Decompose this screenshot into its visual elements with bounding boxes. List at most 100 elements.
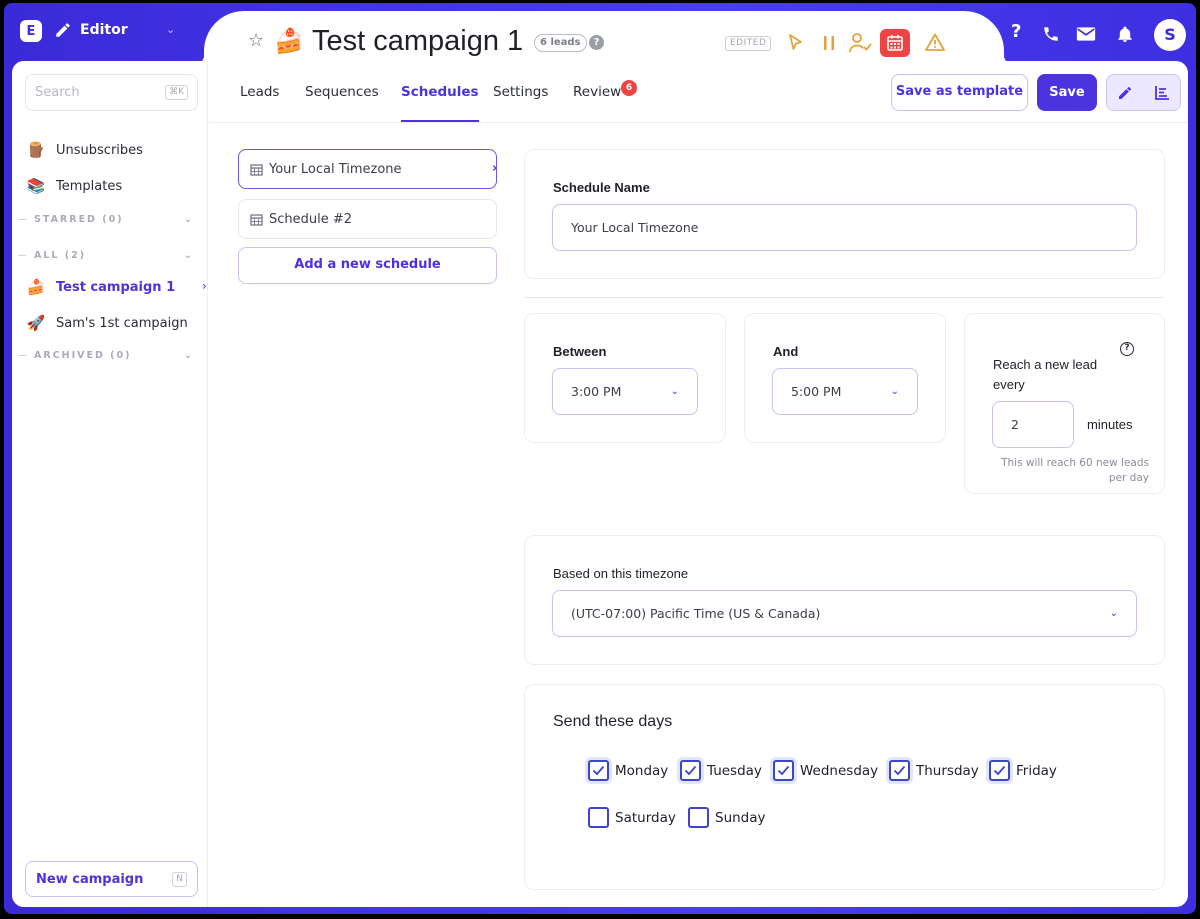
section-label: STARRED (0)	[34, 214, 124, 225]
chevron-right-icon: ›	[492, 161, 498, 176]
day-checkbox-friday[interactable]: Friday	[989, 760, 1057, 781]
section-divider	[18, 219, 26, 220]
chart-icon	[1154, 85, 1169, 100]
chevron-down-icon[interactable]: ⌄	[184, 350, 194, 361]
checkbox[interactable]	[773, 760, 794, 781]
campaign-title[interactable]: Test campaign 1	[312, 25, 523, 58]
checkbox[interactable]	[889, 760, 910, 781]
pause-icon[interactable]	[822, 35, 836, 51]
analytics-view-toggle[interactable]	[1143, 75, 1180, 110]
sidebar-item-templates[interactable]: 📚 Templates	[26, 177, 122, 195]
sidebar-item-label: Test campaign 1	[56, 279, 176, 295]
chevron-down-icon: ⌄	[670, 386, 679, 397]
schedule-item-selected[interactable]: Your Local Timezone	[238, 149, 497, 189]
tab-sequences[interactable]: Sequences	[305, 84, 379, 120]
reach-minutes-value: 2	[1011, 417, 1019, 432]
calendar-icon[interactable]	[880, 29, 910, 57]
warning-icon[interactable]	[925, 33, 945, 51]
mode-label[interactable]: Editor	[80, 22, 128, 38]
sidebar-item-label: Unsubscribes	[56, 142, 143, 158]
reach-label-line2: every	[993, 377, 1025, 392]
day-checkbox-monday[interactable]: Monday	[588, 760, 668, 781]
day-label: Friday	[1016, 762, 1057, 779]
tab-review[interactable]: Review	[573, 84, 621, 120]
chevron-down-icon: ⌄	[1109, 608, 1118, 619]
star-icon[interactable]: ☆	[248, 30, 264, 51]
sidebar-item-unsubscribes[interactable]: 🪵 Unsubscribes	[26, 141, 143, 159]
checkbox[interactable]	[680, 760, 701, 781]
day-checkbox-wednesday[interactable]: Wednesday	[773, 760, 878, 781]
day-checkbox-tuesday[interactable]: Tuesday	[680, 760, 762, 781]
chevron-down-icon[interactable]: ⌄	[184, 214, 194, 225]
schedule-name-card: Schedule Name Your Local Timezone	[524, 149, 1165, 279]
day-checkbox-sunday[interactable]: Sunday	[688, 807, 766, 828]
day-checkbox-thursday[interactable]: Thursday	[889, 760, 979, 781]
new-campaign-button[interactable]: New campaign N	[25, 861, 198, 897]
checkbox[interactable]	[688, 807, 709, 828]
mail-icon[interactable]	[1076, 25, 1096, 43]
cursor-icon[interactable]	[788, 34, 804, 52]
rocket-icon: 🚀	[26, 314, 46, 332]
tab-settings[interactable]: Settings	[493, 84, 548, 120]
section-archived[interactable]: ARCHIVED (0) ⌄	[18, 350, 194, 361]
sidebar-campaign-sams-1st[interactable]: 🚀 Sam's 1st campaign	[26, 314, 188, 332]
timezone-select[interactable]: (UTC-07:00) Pacific Time (US & Canada) ⌄	[552, 590, 1137, 637]
day-label: Saturday	[615, 809, 676, 826]
chevron-down-icon[interactable]: ⌄	[184, 250, 194, 261]
timezone-label: Based on this timezone	[553, 566, 689, 581]
day-label: Tuesday	[707, 762, 762, 779]
checkbox[interactable]	[989, 760, 1010, 781]
tab-schedules[interactable]: Schedules	[401, 84, 479, 122]
between-time-select[interactable]: 3:00 PM ⌄	[552, 368, 698, 415]
app-frame: E Editor ⌄ ☆ 🍰 Test campaign 1 6 leads ?…	[0, 0, 1200, 919]
user-check-icon[interactable]	[849, 32, 873, 54]
and-time-value: 5:00 PM	[791, 384, 842, 399]
add-schedule-button[interactable]: Add a new schedule	[238, 247, 497, 284]
help-icon[interactable]: ?	[1120, 342, 1134, 356]
day-label: Thursday	[916, 762, 979, 779]
section-all[interactable]: ALL (2) ⌄	[18, 250, 194, 261]
avatar[interactable]: S	[1154, 19, 1186, 51]
calendar-icon	[250, 163, 263, 176]
chevron-down-icon: ⌄	[890, 386, 899, 397]
reach-minutes-input[interactable]: 2	[992, 401, 1074, 448]
section-divider	[18, 355, 26, 356]
sidebar: Search ⌘K 🪵 Unsubscribes 📚 Templates STA…	[12, 61, 208, 907]
save-button[interactable]: Save	[1037, 74, 1097, 111]
reach-label-line1: Reach a new lead	[993, 357, 1098, 372]
phone-icon[interactable]	[1042, 25, 1060, 43]
calendar-icon	[250, 213, 263, 226]
timezone-card: Based on this timezone (UTC-07:00) Pacif…	[524, 535, 1165, 665]
app-background: E Editor ⌄ ☆ 🍰 Test campaign 1 6 leads ?…	[4, 3, 1196, 914]
chevron-right-icon: ›	[202, 279, 207, 293]
search-input[interactable]: Search ⌘K	[25, 74, 198, 111]
schedule-name-value: Your Local Timezone	[571, 220, 699, 235]
between-time-value: 3:00 PM	[571, 384, 622, 399]
help-icon[interactable]: ?	[1011, 21, 1021, 42]
bell-icon[interactable]	[1116, 25, 1134, 44]
schedule-name-input[interactable]: Your Local Timezone	[552, 204, 1137, 251]
and-time-select[interactable]: 5:00 PM ⌄	[772, 368, 918, 415]
new-campaign-label: New campaign	[36, 871, 144, 887]
checkbox[interactable]	[588, 760, 609, 781]
save-as-template-button[interactable]: Save as template	[891, 74, 1028, 111]
day-label: Sunday	[715, 809, 766, 826]
send-days-card: Send these days Monday Tuesday Wednesday…	[524, 684, 1165, 890]
edit-view-toggle[interactable]	[1107, 75, 1144, 110]
schedule-item[interactable]: Schedule #2	[238, 199, 497, 239]
templates-icon: 📚	[26, 177, 46, 195]
checkbox[interactable]	[588, 807, 609, 828]
day-label: Wednesday	[800, 762, 879, 779]
sidebar-campaign-test-campaign-1[interactable]: 🍰 Test campaign 1	[26, 278, 175, 296]
section-label: ALL (2)	[34, 250, 87, 261]
app-logo[interactable]: E	[20, 20, 42, 42]
leads-count-badge: 6 leads	[534, 34, 587, 52]
day-checkbox-saturday[interactable]: Saturday	[588, 807, 676, 828]
tab-leads[interactable]: Leads	[240, 84, 279, 120]
and-label: And	[773, 344, 799, 359]
new-campaign-shortcut: N	[172, 871, 187, 887]
schedule-name-label: Schedule Name	[553, 180, 650, 195]
help-icon[interactable]: ?	[589, 35, 604, 50]
section-starred[interactable]: STARRED (0) ⌄	[18, 214, 194, 225]
chevron-down-icon[interactable]: ⌄	[166, 23, 175, 36]
